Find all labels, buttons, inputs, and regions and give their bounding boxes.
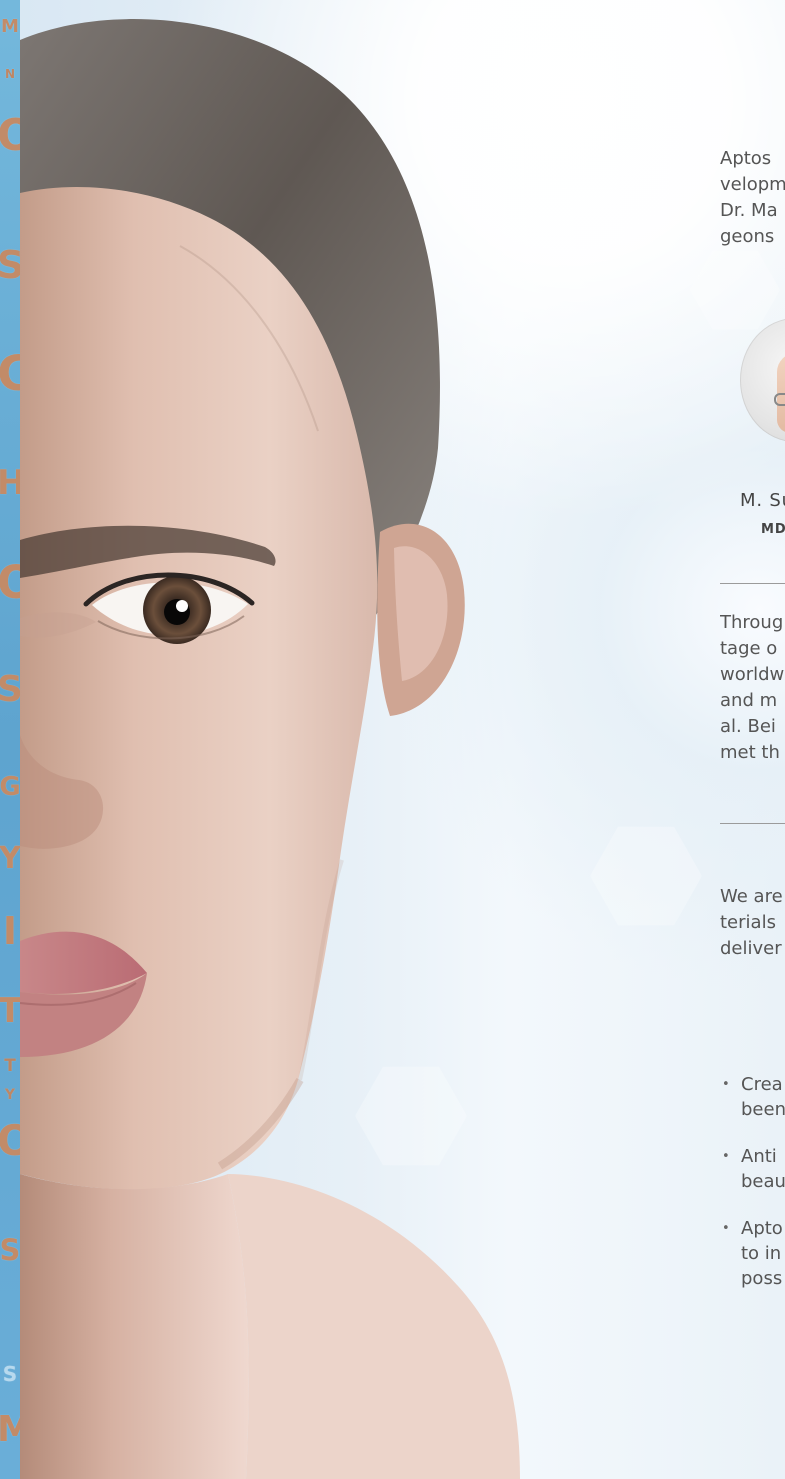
right-copy-panel: Aptos velopm Dr. Ma geons M. Su MD Throu… — [720, 0, 785, 1479]
strip-glyph: S — [0, 669, 20, 710]
strip-glyph: Y — [0, 841, 20, 876]
history-line: worldw — [720, 664, 785, 685]
values-line: We are — [720, 886, 783, 907]
strip-glyph: S — [2, 1362, 18, 1386]
strip-glyph: N — [4, 67, 16, 81]
strip-glyph: O — [0, 556, 20, 609]
strip-glyph: T — [4, 1056, 16, 1076]
benefits-list: Crea been Anti beau Apto to in poss — [720, 1072, 785, 1313]
history-line: tage o — [720, 638, 778, 659]
background-hexagon-1 — [535, 96, 640, 189]
benefit-line: been — [741, 1099, 785, 1120]
intro-line: geons — [720, 226, 775, 247]
background-hexagon-2 — [590, 826, 702, 926]
strip-glyph: M — [1, 16, 19, 37]
section-divider — [720, 583, 785, 584]
benefit-item: Anti beau — [720, 1144, 785, 1194]
intro-line: Aptos — [720, 148, 772, 169]
benefit-item: Apto to in poss — [720, 1216, 785, 1291]
doctor-avatar-icon — [740, 318, 785, 442]
strip-glyph: M — [0, 1409, 20, 1450]
section-divider — [720, 823, 785, 824]
history-line: al. Bei — [720, 716, 776, 737]
history-line: met th — [720, 742, 780, 763]
strip-glyph: S — [0, 1233, 20, 1267]
benefit-line: Anti — [741, 1146, 777, 1167]
benefit-line: poss — [741, 1268, 783, 1289]
strip-glyph: Y — [4, 1087, 16, 1103]
benefit-line: beau — [741, 1171, 785, 1192]
strip-glyph: I — [2, 909, 18, 953]
benefit-line: Crea — [741, 1074, 783, 1095]
benefit-item: Crea been — [720, 1072, 785, 1122]
benefit-line: Apto — [741, 1218, 783, 1239]
history-line: and m — [720, 690, 778, 711]
history-line: Throug — [720, 612, 784, 633]
benefit-line: to in — [741, 1243, 782, 1264]
values-line: terials — [720, 912, 776, 933]
decorative-letter-strip: M N O S C H O S G Y I T T Y O S S M — [0, 0, 20, 1479]
doctor-name: M. Su — [740, 490, 785, 511]
beauty-brochure-page: M N O S C H O S G Y I T T Y O S S M Apto… — [0, 0, 785, 1479]
woman-portrait-illustration — [19, 19, 520, 1479]
strip-glyph: G — [0, 772, 20, 802]
strip-glyph: T — [0, 991, 20, 1031]
strip-glyph: C — [0, 346, 20, 402]
doctor-credential: MD — [761, 522, 785, 537]
strip-glyph: S — [0, 243, 20, 287]
intro-line: Dr. Ma — [720, 200, 778, 221]
values-line: deliver — [720, 938, 782, 959]
strip-glyph: O — [0, 1116, 20, 1165]
doctor-avatar-glasses — [774, 393, 785, 406]
strip-glyph: H — [0, 463, 20, 503]
intro-line: velopm — [720, 174, 785, 195]
strip-glyph: O — [0, 110, 20, 161]
